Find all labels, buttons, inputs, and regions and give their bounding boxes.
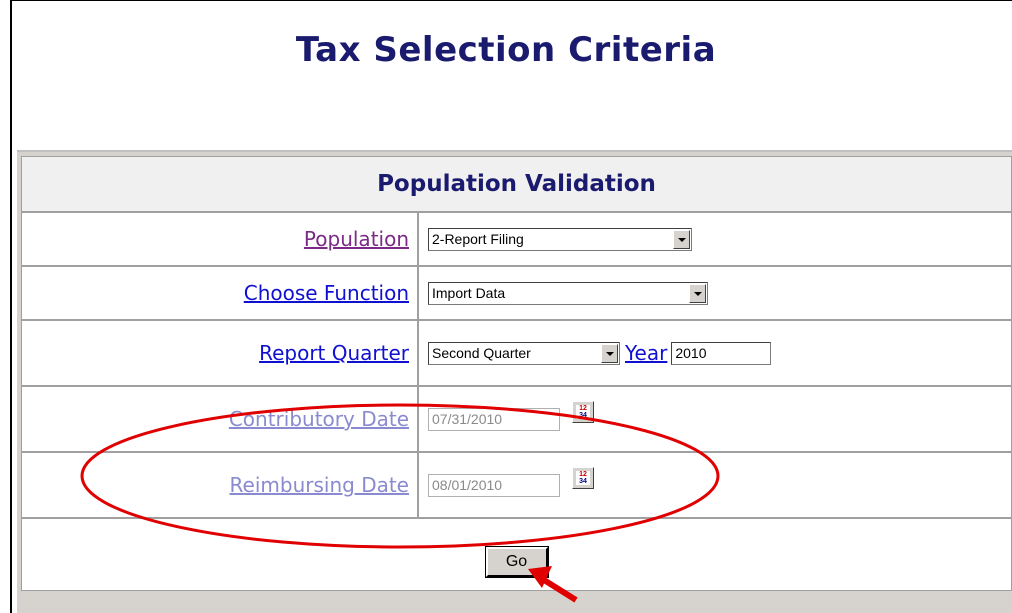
chevron-down-icon[interactable] [673,229,690,249]
calendar-icon[interactable]: 12 34 [572,467,594,489]
year-link[interactable]: Year [625,341,667,365]
contributory-date-row: Contributory Date 07/31/2010 12 34 [21,386,1012,452]
choose-function-link[interactable]: Choose Function [244,281,409,305]
reimbursing-date-input: 08/01/2010 [428,473,560,497]
choose-function-select[interactable]: Import Data [428,281,708,305]
population-select[interactable]: 2-Report Filing [428,227,692,251]
chevron-down-icon[interactable] [601,343,618,363]
reimbursing-date-link: Reimbursing Date [229,473,409,497]
report-quarter-row: Report Quarter Second Quarter Year 2010 [21,320,1012,386]
section-header: Population Validation [21,156,1012,212]
choose-function-row: Choose Function Import Data [21,266,1012,320]
contributory-date-link: Contributory Date [228,407,409,431]
contributory-date-input: 07/31/2010 [428,407,560,431]
report-quarter-link[interactable]: Report Quarter [259,341,409,365]
calendar-icon[interactable]: 12 34 [572,401,594,423]
go-button[interactable]: Go [484,545,549,578]
report-quarter-selected-value: Second Quarter [432,344,531,361]
report-quarter-select[interactable]: Second Quarter [428,341,620,365]
choose-function-selected-value: Import Data [432,284,506,301]
year-input[interactable]: 2010 [671,341,772,365]
go-row: Go [21,518,1012,591]
population-selected-value: 2-Report Filing [432,230,524,247]
chevron-down-icon[interactable] [689,283,706,303]
population-link[interactable]: Population [304,227,409,251]
population-validation-table: Population Validation Population 2-Repor… [21,156,1012,591]
population-row: Population 2-Report Filing [21,212,1012,266]
reimbursing-date-row: Reimbursing Date 08/01/2010 12 34 [21,452,1012,518]
page-title: Tax Selection Criteria [295,30,717,70]
